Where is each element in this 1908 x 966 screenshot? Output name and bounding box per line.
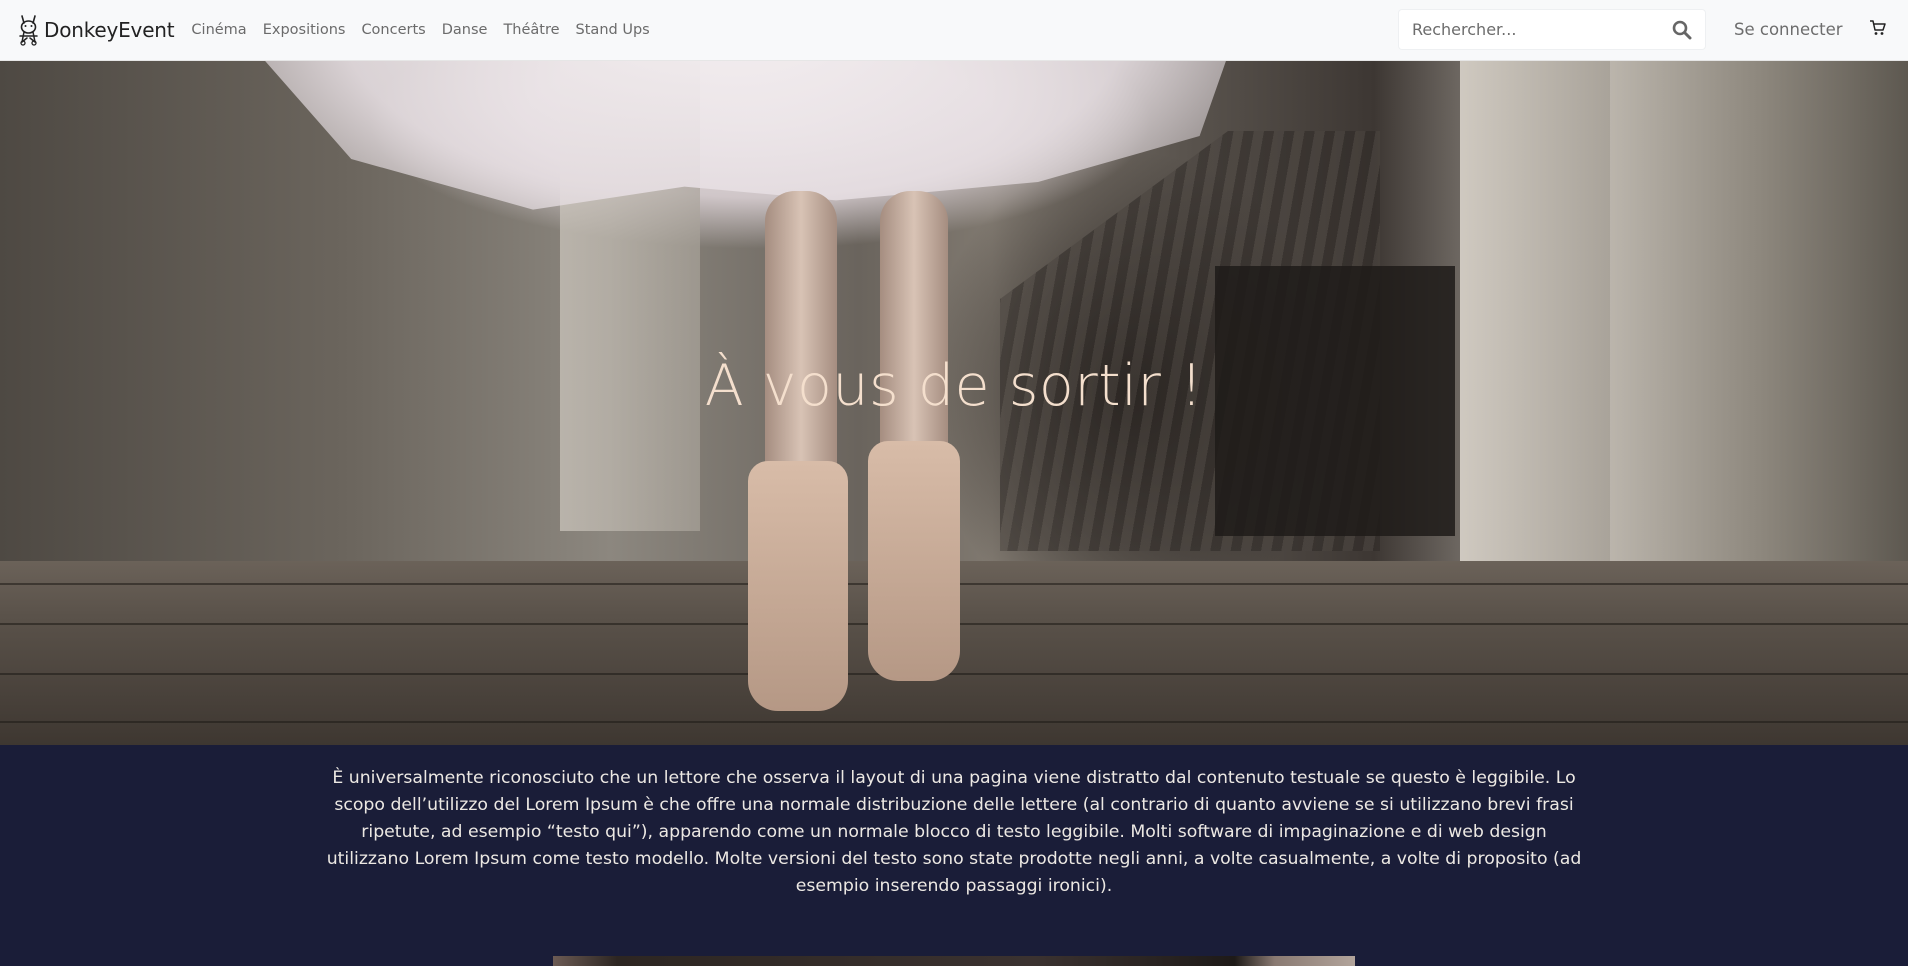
brand-name: DonkeyEvent — [44, 18, 175, 42]
top-navbar: DonkeyEvent Cinéma Expositions Concerts … — [0, 0, 1908, 61]
nav-link-expositions[interactable]: Expositions — [263, 22, 346, 38]
search-input[interactable] — [1399, 10, 1659, 49]
hero-tutu — [230, 61, 1240, 210]
nav-link-theatre[interactable]: Théâtre — [503, 22, 559, 38]
intro-text: È universalmente riconosciuto che un let… — [326, 768, 1582, 896]
cart-icon — [1870, 20, 1886, 35]
intro-section: È universalmente riconosciuto che un let… — [0, 745, 1908, 966]
category-nav: Cinéma Expositions Concerts Danse Théâtr… — [191, 22, 665, 38]
donkey-logo-icon — [19, 15, 38, 46]
nav-link-concerts[interactable]: Concerts — [361, 22, 425, 38]
hero-banner: À vous de sortir ! — [0, 61, 1908, 745]
hero-title: À vous de sortir ! — [704, 353, 1204, 419]
login-link[interactable]: Se connecter — [1734, 20, 1843, 39]
hero-pointe-shoe — [868, 441, 960, 681]
featured-image-top-edge — [553, 956, 1355, 966]
cart-button[interactable] — [1869, 19, 1887, 37]
hero-background-pillar — [1460, 61, 1610, 561]
search-form — [1399, 10, 1705, 49]
nav-link-cinema[interactable]: Cinéma — [191, 22, 246, 38]
brand-link[interactable]: DonkeyEvent — [14, 14, 175, 46]
search-icon — [1672, 20, 1692, 39]
nav-link-stand-ups[interactable]: Stand Ups — [576, 22, 650, 38]
nav-link-danse[interactable]: Danse — [442, 22, 488, 38]
hero-pointe-shoe — [748, 461, 848, 711]
search-button[interactable] — [1659, 10, 1705, 49]
